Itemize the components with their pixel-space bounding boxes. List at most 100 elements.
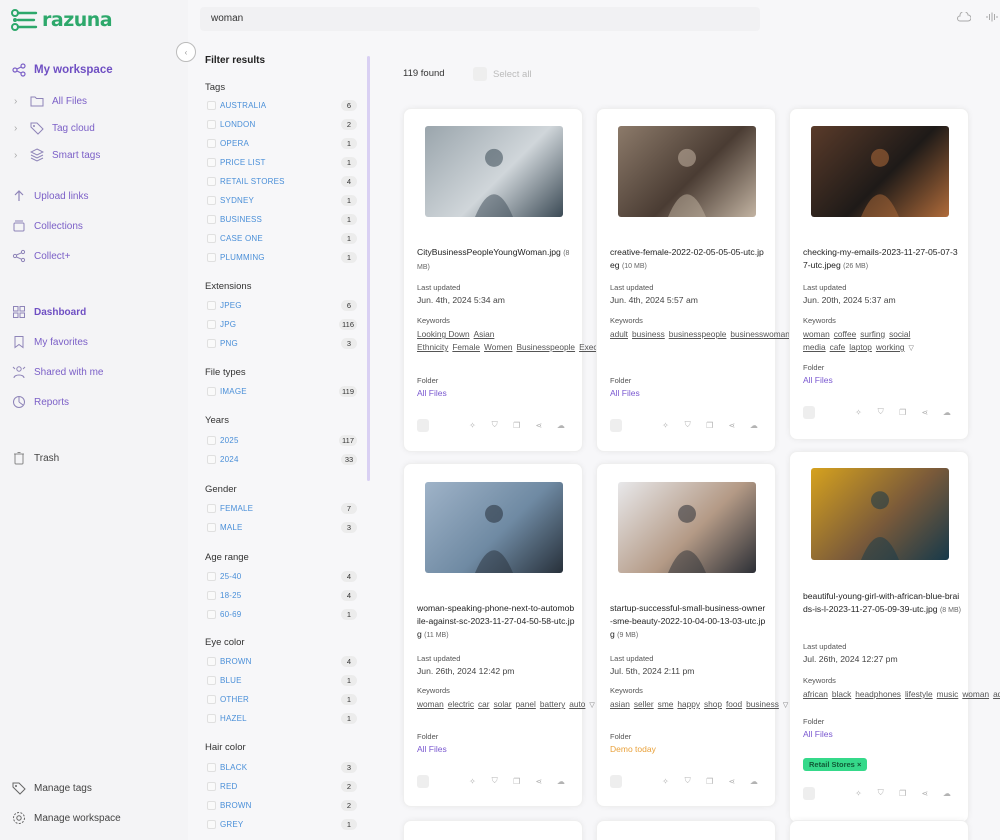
remove-tag-icon[interactable]: × [857, 760, 861, 769]
asset-thumbnail[interactable] [618, 126, 756, 217]
keyword-link[interactable]: cafe [830, 342, 846, 352]
folder-link[interactable]: All Files [417, 388, 575, 398]
filter-option[interactable]: OPERA 1 [207, 136, 357, 150]
ai-icon[interactable]: ✧ [847, 789, 869, 798]
keyword-link[interactable]: panel [516, 699, 536, 709]
chevron-down-icon[interactable]: ▽ [589, 702, 594, 709]
download-cloud-icon[interactable]: ☁ [550, 421, 572, 430]
filter-option[interactable]: AUSTRALIA 6 [207, 98, 357, 112]
folder-link[interactable]: Demo today [610, 744, 768, 754]
download-cloud-icon[interactable]: ☁ [936, 408, 958, 417]
filter-checkbox[interactable] [207, 656, 216, 666]
filter-checkbox[interactable] [207, 119, 216, 129]
share-icon[interactable]: ⋖ [914, 789, 936, 798]
filter-checkbox[interactable] [207, 319, 216, 329]
keyword-link[interactable]: Female [452, 342, 480, 352]
filter-checkbox[interactable] [207, 762, 216, 772]
ai-icon[interactable]: ✧ [847, 408, 869, 417]
filter-checkbox[interactable] [207, 571, 216, 581]
select-asset-checkbox[interactable] [610, 418, 623, 432]
select-asset-checkbox[interactable] [417, 418, 430, 432]
filter-checkbox[interactable] [207, 609, 216, 619]
logo[interactable]: razuna [10, 8, 113, 32]
filter-option[interactable]: HAZEL 1 [207, 711, 357, 725]
sidebar-item-upload-links[interactable]: Upload links [12, 189, 88, 203]
filter-option[interactable]: LONDON 2 [207, 117, 357, 131]
asset-card[interactable] [403, 820, 583, 840]
download-cloud-icon[interactable]: ☁ [936, 789, 958, 798]
keyword-link[interactable]: coffee [834, 329, 856, 339]
keyword-link[interactable]: african [803, 689, 828, 699]
asset-filename[interactable]: CityBusinessPeopleYoungWoman.jpg (8 MB) [417, 246, 575, 274]
filter-option[interactable]: RED 2 [207, 779, 357, 793]
ai-icon[interactable]: ✧ [654, 777, 676, 786]
keyword-link[interactable]: Looking Down [417, 329, 470, 339]
keyword-link[interactable]: sme [658, 699, 674, 709]
chevron-right-icon[interactable]: › [14, 150, 22, 161]
sidebar-item-collect-plus[interactable]: Collect+ [12, 249, 70, 263]
asset-thumbnail[interactable] [425, 126, 563, 217]
chevron-down-icon[interactable]: ▽ [783, 702, 788, 709]
filter-option[interactable]: JPG 116 [207, 317, 357, 331]
select-asset-checkbox[interactable] [417, 774, 430, 788]
sidebar-item-my-favorites[interactable]: My favorites [12, 335, 88, 349]
keyword-link[interactable]: Businesspeople [516, 342, 575, 352]
filter-checkbox[interactable] [207, 800, 216, 810]
bookmark-icon[interactable]: ⛉ [677, 420, 699, 430]
copy-icon[interactable]: ❐ [699, 777, 721, 786]
filter-option[interactable]: BLUE 1 [207, 673, 357, 687]
filter-checkbox[interactable] [207, 386, 216, 396]
keyword-link[interactable]: businesswoman [730, 329, 790, 339]
keyword-link[interactable]: shop [704, 699, 722, 709]
sidebar-item-manage-workspace[interactable]: Manage workspace [12, 811, 121, 825]
select-asset-checkbox[interactable] [803, 405, 816, 419]
filter-checkbox[interactable] [207, 713, 216, 723]
asset-filename[interactable]: startup-successful-small-business-owner-… [610, 602, 768, 642]
filter-checkbox[interactable] [207, 675, 216, 685]
filter-option[interactable]: JPEG 6 [207, 298, 357, 312]
filter-option[interactable]: BLACK 3 [207, 760, 357, 774]
asset-card[interactable]: CityBusinessPeopleYoungWoman.jpg (8 MB) L… [403, 108, 689, 452]
asset-thumbnail[interactable] [811, 126, 949, 217]
filter-option[interactable]: 2025 117 [207, 433, 357, 447]
folder-link[interactable]: All Files [417, 744, 575, 754]
sidebar-item-collections[interactable]: Collections [12, 219, 83, 233]
ai-icon[interactable]: ✧ [461, 777, 483, 786]
asset-card[interactable]: woman-speaking-phone-next-to-automobile-… [403, 463, 595, 807]
keyword-link[interactable]: auto [569, 699, 585, 709]
asset-filename[interactable]: woman-speaking-phone-next-to-automobile-… [417, 602, 575, 642]
folder-link[interactable]: All Files [610, 388, 768, 398]
keyword-link[interactable]: electric [448, 699, 474, 709]
filter-option[interactable]: OTHER 1 [207, 692, 357, 706]
asset-card[interactable] [789, 820, 969, 840]
share-icon[interactable]: ⋖ [721, 777, 743, 786]
share-icon[interactable]: ⋖ [528, 421, 550, 430]
asset-thumbnail[interactable] [811, 468, 949, 560]
folder-link[interactable]: All Files [803, 375, 961, 385]
keyword-link[interactable]: surfing [860, 329, 885, 339]
asset-card[interactable]: beautiful-young-girl-with-african-blue-b… [789, 451, 1000, 823]
keyword-link[interactable]: working [876, 342, 905, 352]
asset-card[interactable]: startup-successful-small-business-owner-… [596, 463, 788, 807]
filter-checkbox[interactable] [207, 454, 216, 464]
filter-checkbox[interactable] [207, 214, 216, 224]
filter-checkbox[interactable] [207, 195, 216, 205]
download-cloud-icon[interactable]: ☁ [743, 777, 765, 786]
ai-icon[interactable]: ✧ [654, 421, 676, 430]
filter-checkbox[interactable] [207, 138, 216, 148]
keyword-link[interactable]: business [632, 329, 665, 339]
sidebar-item-smart-tags[interactable]: › Smart tags [14, 148, 100, 162]
keyword-link[interactable]: asian [610, 699, 630, 709]
bookmark-icon[interactable]: ⛉ [484, 776, 506, 786]
keyword-link[interactable]: woman [803, 329, 830, 339]
asset-card[interactable] [596, 820, 776, 840]
bookmark-icon[interactable]: ⛉ [870, 407, 892, 417]
chevron-right-icon[interactable]: › [14, 123, 22, 134]
filter-option[interactable]: RETAIL STORES 4 [207, 174, 357, 188]
copy-icon[interactable]: ❐ [892, 789, 914, 798]
sidebar-item-dashboard[interactable]: Dashboard [12, 305, 86, 319]
keyword-link[interactable]: black [832, 689, 851, 699]
audio-wave-icon[interactable] [986, 12, 998, 25]
cloud-icon[interactable] [957, 11, 972, 25]
select-all[interactable]: Select all [473, 67, 532, 81]
